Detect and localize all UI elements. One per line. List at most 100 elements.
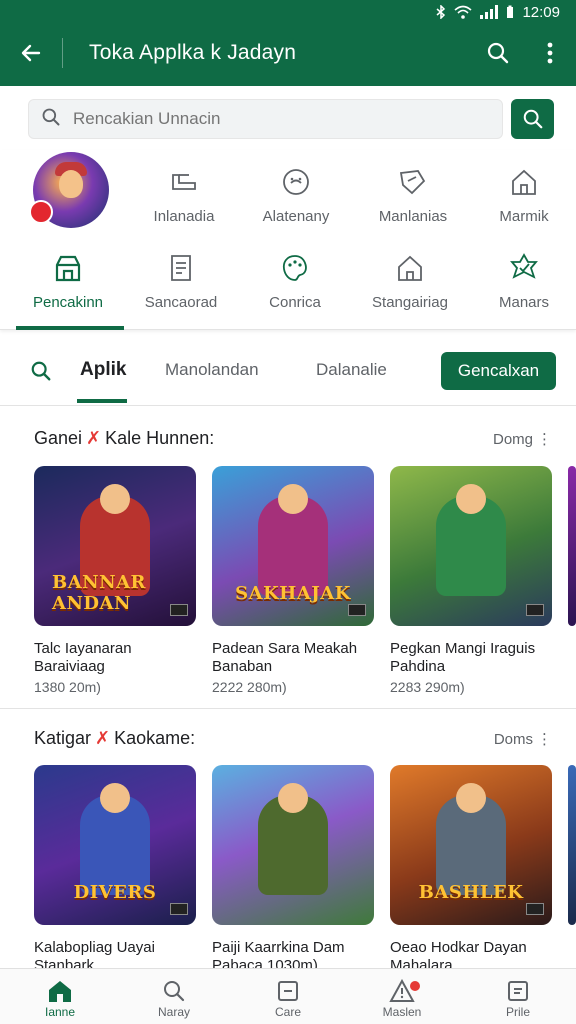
page-title: Toka Applka k Jadayn bbox=[89, 41, 297, 64]
section-title: Katigar ✗ Kaokame: bbox=[34, 728, 196, 748]
section-ganei: Ganei ✗ Kale Hunnen: Domg ⋮ BANNAR ANDAN… bbox=[0, 406, 576, 706]
app-thumbnail: SAKHAJAK bbox=[212, 466, 374, 626]
age-rating-icon bbox=[526, 903, 544, 915]
category-alatenany[interactable]: Alatenany bbox=[246, 164, 346, 225]
tab-indicator bbox=[77, 399, 127, 403]
notification-badge bbox=[410, 981, 420, 991]
category-inlanadia[interactable]: Inlanadia bbox=[134, 164, 234, 225]
app-name: Talc Iayanaran bbox=[34, 640, 132, 657]
section-katigar: Katigar ✗ Kaokame: Doms ⋮ DIVERS Kalabop… bbox=[0, 709, 576, 968]
category-pencakinn[interactable]: Pencakinn bbox=[18, 250, 118, 311]
palette-icon bbox=[245, 250, 345, 286]
app-subtitle: Pabaca 1030m) bbox=[212, 957, 318, 968]
search-field[interactable] bbox=[28, 99, 503, 139]
tab-bar: Aplik Manolandan Dalanalie Gencalxan bbox=[0, 340, 576, 406]
star-badge-icon bbox=[474, 250, 574, 286]
profile-icon bbox=[478, 977, 558, 1005]
store-icon bbox=[18, 250, 118, 286]
category-conrica[interactable]: Conrica bbox=[245, 250, 345, 311]
app-meta: 2283 290m) bbox=[390, 679, 465, 695]
search-field-icon bbox=[41, 107, 61, 132]
app-card[interactable]: SAKHAJAK Padean Sara Meakah Banaban 2222… bbox=[212, 466, 374, 696]
category-label: Sancaorad bbox=[144, 294, 218, 311]
age-rating-icon bbox=[526, 604, 544, 616]
tab-manolandan[interactable]: Manolandan bbox=[165, 360, 259, 380]
app-subtitle: Pahdina bbox=[390, 658, 446, 675]
see-more-link[interactable]: Domg ⋮ bbox=[493, 430, 552, 449]
app-meta: 2222 280m) bbox=[212, 679, 287, 695]
red-cross-icon: ✗ bbox=[86, 428, 102, 448]
nav-maslen[interactable]: Maslen bbox=[362, 977, 442, 1019]
toolbar-divider bbox=[62, 38, 63, 68]
category-manlanias[interactable]: Manlanias bbox=[363, 164, 463, 225]
app-card[interactable]: Paiji Kaarrkina Dam Pabaca 1030m) bbox=[212, 765, 374, 968]
hero-head bbox=[456, 484, 486, 514]
game-logo bbox=[230, 877, 356, 907]
avatar[interactable] bbox=[29, 152, 109, 228]
app-card[interactable]: Pegkan Mangi Iraguis Pahdina 2283 290m) bbox=[390, 466, 552, 696]
category-marmik[interactable]: Marmik bbox=[474, 164, 574, 225]
primary-cta-button[interactable]: Gencalxan bbox=[441, 352, 556, 390]
tab-dalanalie[interactable]: Dalanalie bbox=[316, 360, 387, 380]
hero-head bbox=[100, 783, 130, 813]
search-icon[interactable] bbox=[472, 27, 524, 79]
app-name: Oeao Hodkar Dayan bbox=[390, 939, 527, 956]
game-logo: SAKHAJAK bbox=[235, 582, 351, 604]
app-name: Padean Sara Meakah bbox=[212, 640, 358, 657]
avatar-badge-icon bbox=[29, 200, 53, 224]
category-stangairiag[interactable]: Stangairiag bbox=[360, 250, 460, 311]
category-label: Inlanadia bbox=[153, 208, 215, 225]
search-input[interactable] bbox=[73, 109, 453, 129]
more-vert-icon[interactable] bbox=[524, 27, 576, 79]
status-bar: 12:09 bbox=[436, 2, 560, 22]
app-name: Paiji Kaarrkina Dam bbox=[212, 939, 345, 956]
nav-care[interactable]: Care bbox=[248, 977, 328, 1019]
app-thumbnail bbox=[212, 765, 374, 925]
age-rating-icon bbox=[170, 604, 188, 616]
bluetooth-icon bbox=[436, 5, 446, 19]
circle-face-icon bbox=[246, 164, 346, 200]
hero-head bbox=[278, 783, 308, 813]
tab-aplik[interactable]: Aplik bbox=[80, 359, 126, 381]
game-logo: BANNAR ANDAN bbox=[52, 572, 147, 614]
tag-icon bbox=[363, 164, 463, 200]
category-label: Stangairiag bbox=[372, 294, 448, 311]
house-icon bbox=[474, 164, 574, 200]
category-sancaorad[interactable]: Sancaorad bbox=[131, 250, 231, 311]
nav-label: Ianne bbox=[44, 1005, 76, 1019]
category-manars[interactable]: Manars bbox=[474, 250, 574, 311]
nav-label: Prile bbox=[505, 1005, 530, 1019]
see-more-link[interactable]: Doms ⋮ bbox=[494, 730, 552, 749]
active-category-indicator bbox=[16, 326, 124, 330]
app-thumbnail: DIVERS bbox=[34, 765, 196, 925]
hero-head bbox=[456, 783, 486, 813]
game-logo bbox=[408, 578, 534, 608]
app-card[interactable]: BASHLEK Oeao Hodkar Dayan Mahalara bbox=[390, 765, 552, 968]
search-button[interactable] bbox=[511, 99, 554, 139]
nav-home[interactable]: Ianne bbox=[20, 977, 100, 1019]
category-label: Manars bbox=[498, 294, 550, 311]
category-label: Marmik bbox=[499, 208, 549, 225]
app-thumbnail: BANNAR ANDAN bbox=[34, 466, 196, 626]
app-card-peek[interactable] bbox=[568, 765, 576, 925]
nav-prile[interactable]: Prile bbox=[478, 977, 558, 1019]
app-thumbnail bbox=[568, 765, 576, 925]
nav-search[interactable]: Naray bbox=[134, 977, 214, 1019]
app-thumbnail bbox=[390, 466, 552, 626]
game-logo: DIVERS bbox=[73, 881, 157, 903]
app-card[interactable]: BANNAR ANDAN Talc Iayanaran Baraiviaag 1… bbox=[34, 466, 196, 696]
tray-icon bbox=[134, 164, 234, 200]
app-subtitle: Baraiviaag bbox=[34, 658, 105, 675]
back-arrow-icon[interactable] bbox=[0, 22, 62, 84]
search-icon bbox=[134, 977, 214, 1005]
app-card-peek[interactable] bbox=[568, 466, 576, 626]
app-name: Kalabopliag Uayai bbox=[34, 939, 155, 956]
red-cross-icon: ✗ bbox=[95, 728, 111, 748]
search-icon bbox=[523, 109, 542, 129]
battery-icon bbox=[506, 5, 514, 19]
category-label: Conrica bbox=[269, 294, 321, 311]
search-icon[interactable] bbox=[30, 360, 52, 387]
search-row bbox=[28, 99, 554, 139]
app-thumbnail bbox=[568, 466, 576, 626]
app-card[interactable]: DIVERS Kalabopliag Uayai Stanbark bbox=[34, 765, 196, 968]
